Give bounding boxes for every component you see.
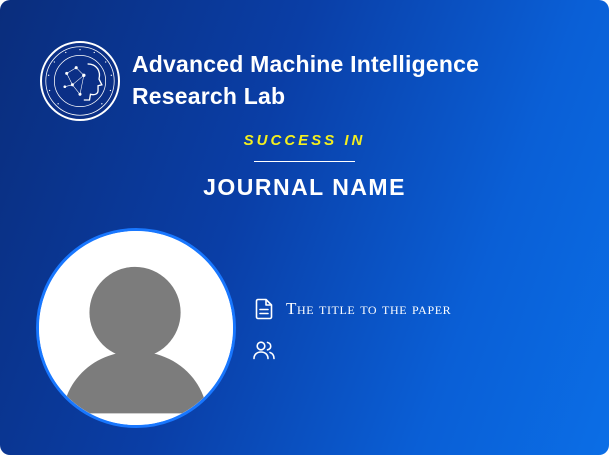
success-label: SUCCESS IN — [243, 132, 366, 149]
journal-name: JOURNAL NAME — [203, 174, 406, 200]
author-avatar — [36, 228, 236, 428]
paper-title: The title to the paper — [286, 299, 452, 318]
lab-logo-icon — [45, 46, 115, 116]
document-icon — [255, 298, 273, 320]
title-divider — [254, 161, 355, 162]
users-icon — [253, 341, 275, 360]
lab-name-line2: Research Lab — [132, 83, 286, 109]
authors-row — [252, 338, 286, 362]
lab-name-line1: Advanced Machine Intelligence — [132, 51, 480, 77]
lab-logo — [40, 41, 120, 121]
announcement-card: Advanced Machine Intelligence Research L… — [0, 0, 609, 455]
paper-title-row: The title to the paper — [252, 297, 451, 321]
lab-name: Advanced Machine Intelligence Research L… — [132, 48, 552, 112]
avatar-placeholder-icon — [39, 231, 233, 425]
